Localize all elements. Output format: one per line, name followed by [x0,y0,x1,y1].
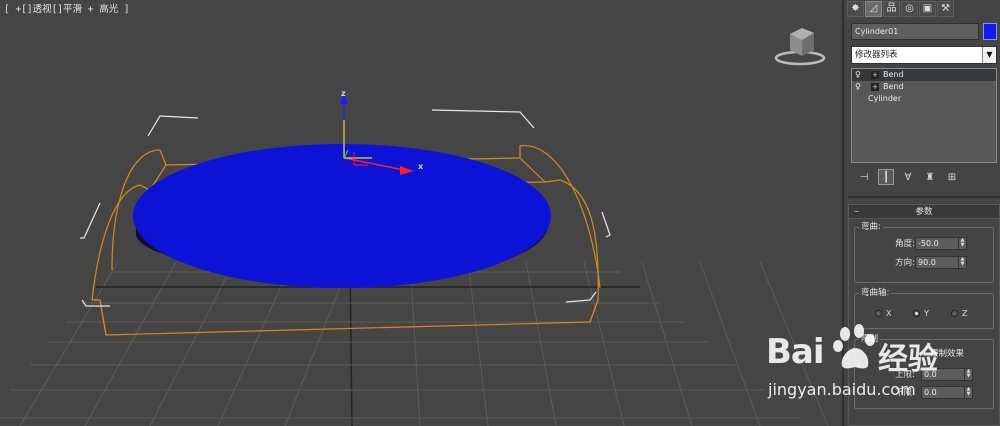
stack-item-label: Bend [883,82,904,91]
direction-label: 方向: [895,258,915,268]
baidu-jingyan-watermark: Bai 经验 jingyan.baidu.com [760,322,1000,412]
display-tab[interactable]: ▣ [919,1,936,17]
configure-sets-icon: ⊞ [947,171,957,183]
perspective-viewport[interactable]: [ +[]透视[]平滑 + 高光 ] z x [0,0,842,426]
pin-stack-icon: ⊣ [859,171,869,183]
utilities-tab[interactable]: ⚒ [937,1,954,17]
object-color-swatch[interactable] [983,23,997,40]
display-icon: ▣ [922,3,933,14]
expand-icon[interactable]: + [871,83,879,91]
viewcube-icon [774,28,826,66]
utilities-icon: ⚒ [941,3,950,14]
home-grid [0,261,829,426]
stack-item-label: Bend [883,70,904,79]
show-end-result-icon: ┃ [882,171,890,183]
modifier-stack[interactable]: ♀ + Bend ♀ + Bend Cylinder [851,68,997,163]
pin-stack-button[interactable]: ⊣ [856,169,872,185]
angle-label: 角度: [895,239,915,249]
expand-icon[interactable]: + [871,71,879,79]
modifier-list-value: 修改器列表 [855,50,898,60]
modify-icon: ◿ [869,3,878,14]
x-axis-label: x [418,162,424,171]
viewport-label[interactable]: [ +[]透视[]平滑 + 高光 ] [4,1,130,15]
motion-icon: ◎ [905,3,914,14]
configure-sets-button[interactable]: ⊞ [944,169,960,185]
direction-value: 90.0 [918,258,936,267]
make-unique-icon: ∀ [904,171,912,183]
lightbulb-icon[interactable]: ♀ [855,70,863,80]
rollout-title: 参数 [915,207,933,217]
axis-y-label: Y [924,309,929,318]
motion-tab[interactable]: ◎ [901,1,918,17]
spinner-arrows-icon[interactable]: ▲ ▼ [958,257,966,268]
angle-spinner[interactable]: -50.0 ▲ ▼ [915,237,967,250]
modifier-list-dropdown[interactable]: 修改器列表 ▼ [851,46,997,64]
cylinder-object [133,144,551,288]
radio-icon [875,310,882,317]
axis-x-radio[interactable]: X [875,309,891,318]
bend-group-title: 弯曲: [859,222,883,232]
remove-modifier-button[interactable]: ♜ [922,169,938,185]
stack-item-bend-1[interactable]: ♀ + Bend [852,69,996,81]
radio-selected-icon [913,310,920,317]
stack-toolbar: ⊣ ┃ ∀ ♜ ⊞ [856,169,960,185]
watermark-url: jingyan.baidu.com [768,380,916,399]
watermark-logo-text: Bai [766,332,825,372]
stack-item-label: Cylinder [868,94,902,103]
z-axis-label: z [341,89,346,98]
bend-axis-group-title: 弯曲轴: [859,288,892,298]
radio-icon [951,310,958,317]
viewport-scene [0,28,829,426]
axis-z-radio[interactable]: Z [951,309,967,318]
bend-group: 弯曲: 角度: -50.0 ▲ ▼ 方向: 90.0 ▲ ▼ [854,222,994,283]
axis-z-label: Z [962,309,968,318]
stack-item-bend-2[interactable]: ♀ + Bend [852,81,996,93]
angle-value: -50.0 [918,239,939,248]
baidu-paw-icon [833,324,875,369]
axis-x-label: X [886,309,892,318]
spinner-arrows-icon[interactable]: ▲ ▼ [958,238,966,249]
hierarchy-tab[interactable]: 品 [883,1,900,17]
modify-tab[interactable]: ◿ [865,1,882,17]
lightbulb-icon[interactable]: ♀ [855,82,863,92]
object-name-field[interactable]: Cylinder01 [851,23,979,40]
make-unique-button[interactable]: ∀ [900,169,916,185]
show-end-result-button[interactable]: ┃ [878,169,894,185]
chevron-down-icon: ▼ [982,47,996,63]
axis-y-radio[interactable]: Y [913,309,929,318]
stack-item-cylinder[interactable]: Cylinder [852,93,996,105]
command-panel-tabs: ✸ ◿ 品 ◎ ▣ ⚒ [847,1,954,17]
create-icon: ✸ [851,3,860,14]
remove-modifier-icon: ♜ [925,171,935,183]
panel-divider [848,196,1000,198]
direction-spinner[interactable]: 90.0 ▲ ▼ [915,256,967,269]
watermark-logo-text-cn: 经验 [878,342,938,377]
create-tab[interactable]: ✸ [847,1,864,17]
rollout-header[interactable]: – 参数 [849,205,999,219]
hierarchy-icon: 品 [886,3,897,14]
